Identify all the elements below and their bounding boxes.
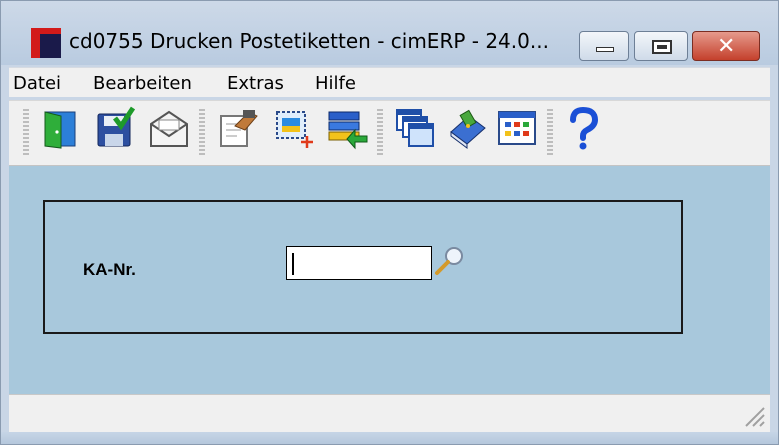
window-bottom-border[interactable]	[1, 432, 778, 444]
minimize-icon	[596, 47, 614, 52]
toolbar-grip[interactable]	[199, 109, 205, 157]
form-frame: KA-Nr.	[43, 200, 683, 334]
menu-extras[interactable]: Extras	[227, 73, 284, 94]
select-area-add-icon[interactable]	[271, 106, 315, 150]
book-tag-icon[interactable]	[445, 106, 489, 150]
menu-bearbeiten[interactable]: Bearbeiten	[93, 73, 192, 94]
title-bar[interactable]: cd0755 Drucken Postetiketten - cimERP - …	[1, 1, 778, 65]
maximize-icon	[652, 40, 672, 54]
ka-nr-label: KA-Nr.	[83, 260, 136, 279]
menu-hilfe[interactable]: Hilfe	[315, 73, 356, 94]
windows-stack-icon[interactable]	[393, 106, 437, 150]
maximize-button[interactable]	[634, 31, 688, 61]
save-check-icon[interactable]	[93, 106, 137, 150]
exit-door-icon[interactable]	[39, 106, 83, 150]
mail-envelope-icon[interactable]	[147, 106, 191, 150]
toolbar-grip[interactable]	[23, 109, 29, 157]
client-area: KA-Nr.	[9, 166, 770, 394]
print-setup-icon[interactable]	[217, 106, 261, 150]
menu-datei[interactable]: Datei	[13, 73, 61, 94]
window-title: cd0755 Drucken Postetiketten - cimERP - …	[69, 29, 549, 53]
search-lookup-icon[interactable]	[432, 242, 468, 278]
toolbar-grip[interactable]	[377, 109, 383, 157]
text-cursor	[292, 253, 294, 275]
help-question-icon[interactable]	[561, 106, 605, 150]
toolbar	[9, 100, 770, 166]
menu-bar: Datei Bearbeiten Extras Hilfe	[9, 67, 770, 97]
close-icon: ✕	[717, 34, 736, 59]
status-bar	[9, 394, 770, 432]
close-button[interactable]: ✕	[692, 31, 760, 61]
list-transfer-icon[interactable]	[325, 106, 369, 150]
resize-grip-icon[interactable]	[740, 402, 766, 428]
ka-nr-input[interactable]	[286, 246, 432, 280]
calendar-grid-icon[interactable]	[495, 106, 539, 150]
app-logo-icon[interactable]	[31, 28, 61, 58]
toolbar-grip[interactable]	[547, 109, 553, 157]
minimize-button[interactable]	[579, 31, 629, 61]
application-window: cd0755 Drucken Postetiketten - cimERP - …	[0, 0, 779, 445]
